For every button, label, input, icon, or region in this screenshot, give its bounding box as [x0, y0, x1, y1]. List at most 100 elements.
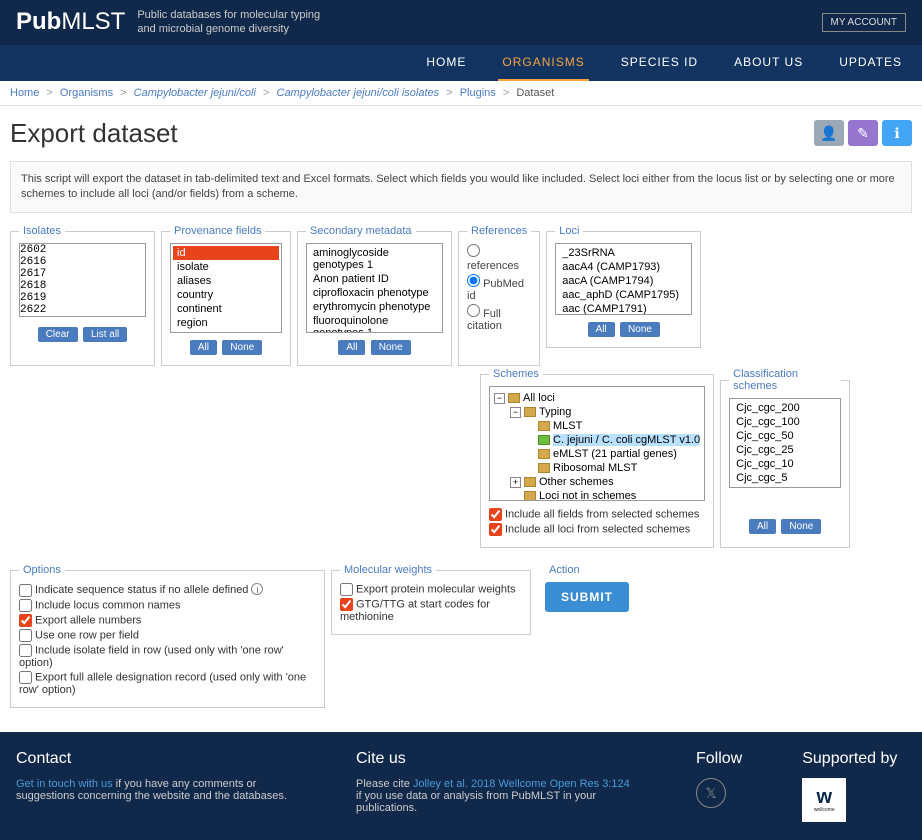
loci-none-button[interactable]: None: [620, 322, 660, 337]
isolates-legend: Isolates: [19, 225, 65, 237]
sec-none-button[interactable]: None: [371, 340, 411, 355]
main-nav: HOME ORGANISMS SPECIES ID ABOUT US UPDAT…: [0, 45, 922, 81]
opt-one-row-checkbox[interactable]: [19, 629, 32, 642]
nav-organisms[interactable]: ORGANISMS: [498, 45, 588, 81]
breadcrumb-current: Dataset: [516, 87, 554, 99]
opt-full-allele-checkbox[interactable]: [19, 671, 32, 684]
list-item[interactable]: aliases: [173, 274, 279, 288]
tree-item-notin[interactable]: Loci not in schemes: [539, 490, 636, 501]
cls-none-button[interactable]: None: [781, 519, 821, 534]
footer-supported-heading: Supported by: [802, 750, 897, 768]
tree-collapse-icon[interactable]: −: [494, 393, 505, 404]
include-fields-checkbox[interactable]: [489, 508, 502, 521]
list-item[interactable]: aminoglycoside genotypes 1: [309, 246, 440, 272]
cls-all-button[interactable]: All: [749, 519, 776, 534]
list-item[interactable]: ciprofloxacin phenotype: [309, 286, 440, 300]
my-account-button[interactable]: MY ACCOUNT: [822, 13, 907, 32]
nav-about-us[interactable]: ABOUT US: [730, 45, 807, 81]
options-legend: Options: [19, 564, 65, 576]
folder-icon: [538, 435, 550, 445]
breadcrumb-organisms[interactable]: Organisms: [60, 87, 113, 99]
list-item[interactable]: region: [173, 316, 279, 330]
list-item[interactable]: aac_aphD (CAMP1795): [558, 288, 689, 302]
provenance-list[interactable]: id isolate aliases country continent reg…: [170, 243, 282, 333]
nav-species-id[interactable]: SPECIES ID: [617, 45, 702, 81]
mol-export-weights-checkbox[interactable]: [340, 583, 353, 596]
list-item[interactable]: aac (CAMP1791): [558, 302, 689, 315]
provenance-legend: Provenance fields: [170, 225, 265, 237]
ref-radio-pubmed[interactable]: PubMed id: [467, 273, 531, 303]
tree-item-emlst[interactable]: eMLST (21 partial genes): [553, 448, 677, 460]
include-loci-checkbox[interactable]: [489, 523, 502, 536]
edit-icon[interactable]: ✎: [848, 120, 878, 146]
list-item[interactable]: Cjc_cgc_5: [732, 471, 838, 485]
logo[interactable]: PubMLST: [16, 8, 125, 36]
list-item[interactable]: Cjc_cgc_50: [732, 429, 838, 443]
ref-radio-full[interactable]: Full citation: [467, 303, 531, 333]
list-item[interactable]: Cjc_cgc_10: [732, 457, 838, 471]
footer-contact-link[interactable]: Get in touch with us: [16, 778, 113, 790]
tree-item-cgmlst[interactable]: C. jejuni / C. coli cgMLST v1.0: [553, 434, 700, 446]
folder-icon: [538, 463, 550, 473]
folder-icon: [538, 421, 550, 431]
list-item[interactable]: _23SrRNA: [558, 246, 689, 260]
user-icon[interactable]: 👤: [814, 120, 844, 146]
sec-all-button[interactable]: All: [338, 340, 365, 355]
footer-cite-text: if you use data or analysis from PubMLST…: [356, 790, 596, 814]
tree-item-rmlst[interactable]: Ribosomal MLST: [553, 462, 637, 474]
page-title: Export dataset: [10, 118, 178, 149]
secondary-list[interactable]: aminoglycoside genotypes 1 Anon patient …: [306, 243, 443, 333]
list-item[interactable]: aacA (CAMP1794): [558, 274, 689, 288]
folder-icon: [524, 407, 536, 417]
breadcrumb-plugins[interactable]: Plugins: [460, 87, 496, 99]
loci-legend: Loci: [555, 225, 583, 237]
nav-home[interactable]: HOME: [422, 45, 470, 81]
list-item[interactable]: Cjc_cgc_100: [732, 415, 838, 429]
prov-all-button[interactable]: All: [190, 340, 217, 355]
opt-isolate-field-checkbox[interactable]: [19, 644, 32, 657]
twitter-icon[interactable]: 𝕏: [696, 778, 726, 808]
list-item[interactable]: country: [173, 288, 279, 302]
list-item[interactable]: erythromycin phenotype: [309, 300, 440, 314]
loci-list[interactable]: _23SrRNA aacA4 (CAMP1793) aacA (CAMP1794…: [555, 243, 692, 315]
list-item[interactable]: fluoroquinolone genotypes 1: [309, 314, 440, 333]
list-item[interactable]: Cjc_cgc_25: [732, 443, 838, 457]
list-item[interactable]: aacA4 (CAMP1793): [558, 260, 689, 274]
classification-legend: Classification schemes: [729, 368, 841, 392]
opt-seq-status-checkbox[interactable]: [19, 584, 32, 597]
prov-none-button[interactable]: None: [222, 340, 262, 355]
breadcrumb-isolates[interactable]: Campylobacter jejuni/coli isolates: [277, 87, 440, 99]
list-item[interactable]: year: [173, 330, 279, 333]
tree-collapse-icon[interactable]: −: [510, 407, 521, 418]
tree-item-other[interactable]: Other schemes: [539, 476, 614, 488]
schemes-tree[interactable]: −All loci −Typing MLST C. jejuni / C. co…: [489, 386, 705, 501]
info-icon[interactable]: i: [251, 583, 263, 595]
folder-icon: [508, 393, 520, 403]
breadcrumb-home[interactable]: Home: [10, 87, 39, 99]
opt-allele-numbers-checkbox[interactable]: [19, 614, 32, 627]
list-all-button[interactable]: List all: [83, 327, 127, 342]
breadcrumb-species[interactable]: Campylobacter jejuni/coli: [134, 87, 256, 99]
footer-contact-heading: Contact: [16, 750, 296, 768]
loci-all-button[interactable]: All: [588, 322, 615, 337]
opt-locus-names-checkbox[interactable]: [19, 599, 32, 612]
tagline: Public databases for molecular typingand…: [137, 8, 320, 37]
ref-radio-references[interactable]: references: [467, 243, 531, 273]
list-item[interactable]: continent: [173, 302, 279, 316]
folder-icon: [524, 491, 536, 501]
clear-button[interactable]: Clear: [38, 327, 78, 342]
info-icon[interactable]: ℹ: [882, 120, 912, 146]
submit-button[interactable]: SUBMIT: [545, 582, 629, 612]
footer-cite-link[interactable]: Jolley et al. 2018 Wellcome Open Res 3:1…: [413, 778, 630, 790]
isolates-textarea[interactable]: 2602 2616 2617 2618 2619 2622: [19, 243, 146, 317]
mol-gtg-ttg-checkbox[interactable]: [340, 598, 353, 611]
nav-updates[interactable]: UPDATES: [835, 45, 906, 81]
tree-expand-icon[interactable]: +: [510, 477, 521, 488]
list-item[interactable]: id: [173, 246, 279, 260]
list-item[interactable]: Anon patient ID: [309, 272, 440, 286]
list-item[interactable]: Cjc_cgc_200: [732, 401, 838, 415]
classification-list[interactable]: Cjc_cgc_200 Cjc_cgc_100 Cjc_cgc_50 Cjc_c…: [729, 398, 841, 488]
wellcome-logo[interactable]: wwellcome: [802, 778, 846, 822]
tree-item-mlst[interactable]: MLST: [553, 420, 582, 432]
list-item[interactable]: isolate: [173, 260, 279, 274]
